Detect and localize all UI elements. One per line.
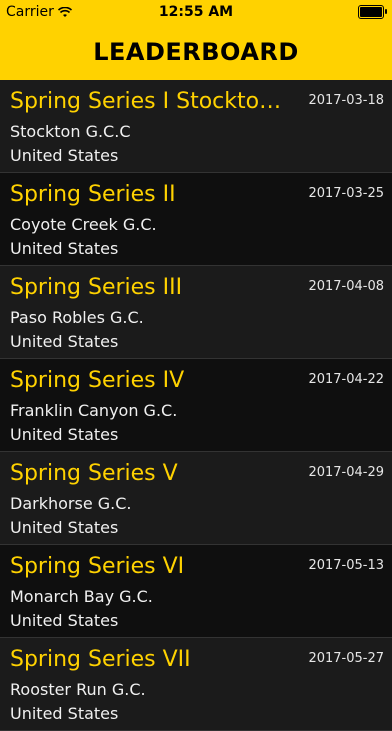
event-club: Darkhorse G.C. [10, 494, 132, 513]
event-country: United States [10, 518, 119, 537]
list-item[interactable]: Spring Series V 2017-04-29 Darkhorse G.C… [0, 452, 392, 545]
event-club: Franklin Canyon G.C. [10, 401, 178, 420]
leaderboard-list: Spring Series I Stockton… 2017-03-18 Sto… [0, 80, 392, 731]
list-item[interactable]: Spring Series VII 2017-05-27 Rooster Run… [0, 638, 392, 731]
event-date: 2017-03-18 [308, 93, 384, 108]
page-title: LEADERBOARD [93, 38, 299, 66]
event-country: United States [10, 704, 119, 723]
event-date: 2017-04-08 [308, 279, 384, 294]
event-country: United States [10, 146, 119, 165]
event-name: Spring Series III [10, 275, 183, 300]
event-date: 2017-04-22 [308, 372, 384, 387]
event-country: United States [10, 332, 119, 351]
event-date: 2017-05-27 [308, 651, 384, 666]
event-name: Spring Series VI [10, 554, 185, 579]
event-club: Paso Robles G.C. [10, 308, 144, 327]
event-country: United States [10, 611, 119, 630]
event-name: Spring Series I Stockton… [10, 89, 294, 114]
event-name: Spring Series VII [10, 647, 191, 672]
event-date: 2017-04-29 [308, 465, 384, 480]
event-name: Spring Series IV [10, 368, 185, 393]
event-name: Spring Series II [10, 182, 176, 207]
event-club: Stockton G.C.C [10, 122, 131, 141]
list-item[interactable]: Spring Series III 2017-04-08 Paso Robles… [0, 266, 392, 359]
list-item[interactable]: Spring Series VI 2017-05-13 Monarch Bay … [0, 545, 392, 638]
event-country: United States [10, 239, 119, 258]
list-item[interactable]: Spring Series I Stockton… 2017-03-18 Sto… [0, 80, 392, 173]
event-name: Spring Series V [10, 461, 178, 486]
app-header: Carrier 12:55 AM LEADERBOARD [0, 0, 392, 80]
event-club: Rooster Run G.C. [10, 680, 146, 699]
status-time: 12:55 AM [158, 4, 234, 20]
event-date: 2017-03-25 [308, 186, 384, 201]
list-item[interactable]: Spring Series II 2017-03-25 Coyote Creek… [0, 173, 392, 266]
list-item[interactable]: Spring Series IV 2017-04-22 Franklin Can… [0, 359, 392, 452]
event-club: Monarch Bay G.C. [10, 587, 153, 606]
status-bar: Carrier 12:55 AM [0, 0, 392, 26]
battery-icon [358, 5, 387, 19]
event-club: Coyote Creek G.C. [10, 215, 157, 234]
event-country: United States [10, 425, 119, 444]
event-date: 2017-05-13 [308, 558, 384, 573]
